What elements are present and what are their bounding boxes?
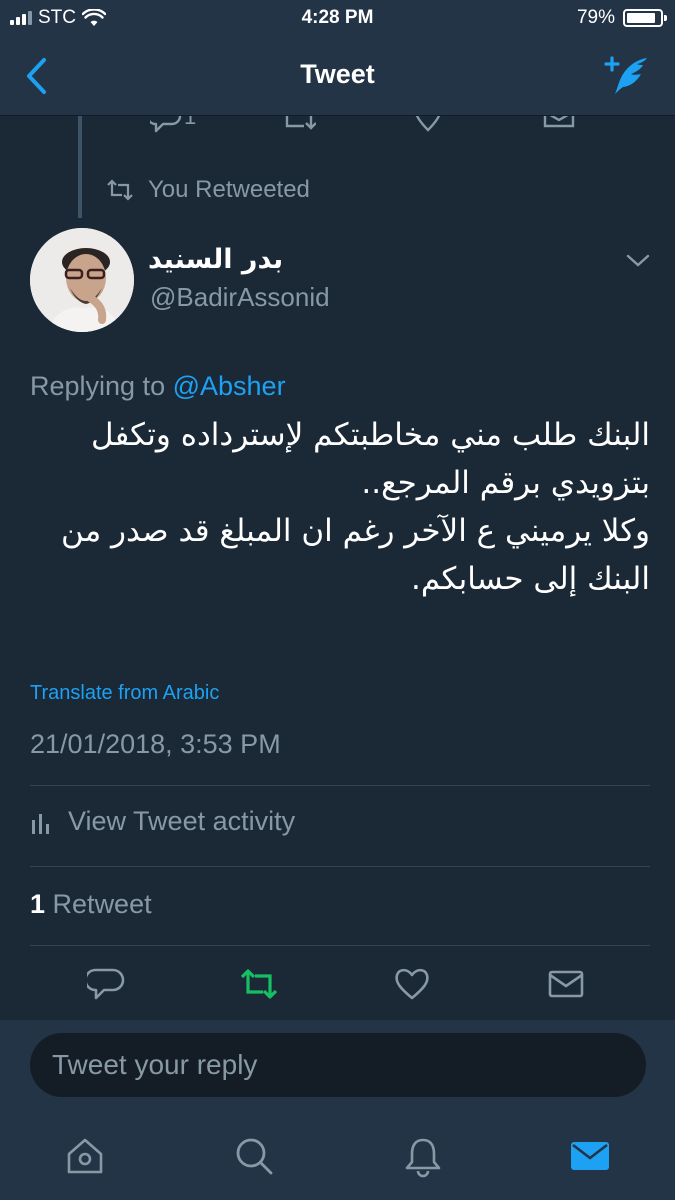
tab-bar	[0, 1116, 675, 1200]
tweet-detail-screen: STC 4:28 PM 79% Tweet 1 You Retweeted بد…	[0, 0, 675, 1200]
retweet-count: 1	[30, 889, 46, 919]
author-handle[interactable]: @BadirAssonid	[150, 282, 330, 313]
tweet-actions	[0, 964, 675, 1008]
like-icon[interactable]	[392, 964, 432, 1004]
replying-to: Replying to @Absher	[30, 371, 286, 402]
home-icon[interactable]	[63, 1134, 107, 1178]
replying-prefix: Replying to	[30, 371, 166, 401]
retweet-context: You Retweeted	[106, 176, 310, 204]
tweet-content: 1 You Retweeted بدر السنيد @BadirAssonid…	[0, 116, 675, 1020]
status-right: 79%	[576, 7, 667, 29]
battery-icon	[623, 9, 667, 27]
retweet-icon	[107, 179, 133, 201]
retweet-icon[interactable]	[239, 964, 279, 1004]
avatar-photo	[30, 228, 134, 332]
search-icon[interactable]	[232, 1134, 276, 1178]
battery-percent: 79%	[576, 7, 615, 28]
retweet-count-label: Retweet	[52, 889, 152, 919]
avatar[interactable]	[30, 228, 134, 332]
divider	[30, 866, 650, 867]
analytics-icon	[32, 813, 49, 834]
chevron-down-icon[interactable]	[624, 252, 652, 270]
previous-reply-count: 1	[184, 116, 197, 129]
author-name[interactable]: بدر السنيد	[148, 244, 283, 275]
view-tweet-activity[interactable]: View Tweet activity	[30, 806, 295, 837]
replying-to-link[interactable]: @Absher	[173, 371, 286, 401]
tweet-timestamp: 21/01/2018, 3:53 PM	[30, 729, 281, 759]
page-title: Tweet	[300, 59, 375, 89]
retweet-icon[interactable]	[282, 116, 316, 134]
reply-icon[interactable]	[150, 116, 182, 134]
reply-bar	[0, 1020, 675, 1116]
notifications-icon[interactable]	[401, 1134, 445, 1178]
direct-message-icon[interactable]	[546, 964, 586, 1004]
compose-tweet-icon[interactable]	[603, 54, 651, 98]
navigation-bar: Tweet	[0, 38, 675, 116]
messages-icon[interactable]	[568, 1134, 612, 1178]
status-bar: STC 4:28 PM 79%	[0, 0, 675, 38]
reply-icon[interactable]	[87, 964, 127, 1004]
reply-input[interactable]	[30, 1033, 646, 1097]
view-tweet-activity-label: View Tweet activity	[68, 806, 296, 836]
status-time: 4:28 PM	[301, 7, 374, 28]
divider	[30, 945, 650, 946]
translate-link[interactable]: Translate from Arabic	[30, 682, 219, 705]
retweet-context-label: You Retweeted	[148, 176, 310, 203]
retweet-count-row[interactable]: 1 Retweet	[30, 889, 152, 920]
tweet-text: البنك طلب مني مخاطبتكم لإسترداده وتكفل ب…	[61, 417, 650, 597]
thread-connector-line	[78, 116, 82, 218]
like-icon[interactable]	[412, 116, 444, 134]
divider	[30, 785, 650, 786]
direct-message-icon[interactable]	[543, 116, 575, 134]
previous-tweet-actions: 1	[0, 116, 675, 136]
